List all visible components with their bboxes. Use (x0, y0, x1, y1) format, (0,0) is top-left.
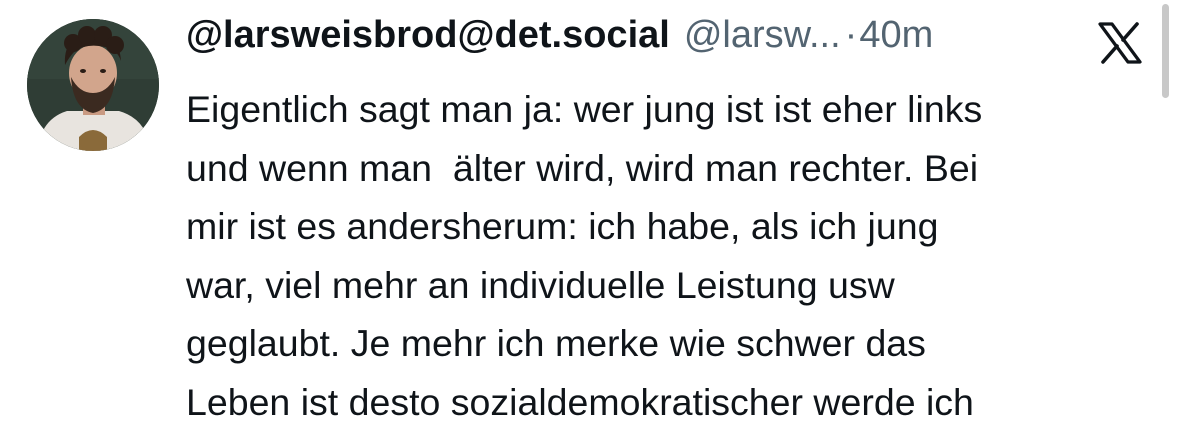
avatar[interactable] (27, 19, 159, 151)
tweet-text-line: geglaubt. Je mehr ich merke wie schwer d… (186, 322, 926, 364)
tweet-content: @larsweisbrod@det.social @larsw... · 40m… (186, 14, 1136, 431)
tweet-text-line: Eigentlich sagt man ja: wer jung ist ist… (186, 88, 983, 130)
user-handle[interactable]: @larsw... (684, 14, 841, 57)
tweet[interactable]: @larsweisbrod@det.social @larsw... · 40m… (0, 0, 1179, 439)
tweet-text-line: war, viel mehr an individuelle Leistung … (186, 263, 895, 306)
tweet-text-line: und wenn man älter wird, wird man rechte… (186, 146, 979, 189)
display-name[interactable]: @larsweisbrod@det.social (186, 14, 670, 57)
timestamp[interactable]: 40m (859, 14, 933, 57)
separator-dot: · (844, 14, 858, 56)
tweet-text: Eigentlich sagt man ja: wer jung ist ist… (186, 80, 1136, 431)
tweet-text-line: Leben ist desto sozialdemokratischer wer… (186, 380, 974, 423)
x-logo-icon[interactable] (1098, 22, 1142, 64)
tweet-text-line: mir ist es andersherum: ich habe, als ic… (186, 205, 939, 247)
avatar-photo (27, 19, 159, 151)
scrollbar[interactable] (1162, 4, 1169, 98)
tweet-header: @larsweisbrod@det.social @larsw... · 40m (186, 14, 1136, 72)
